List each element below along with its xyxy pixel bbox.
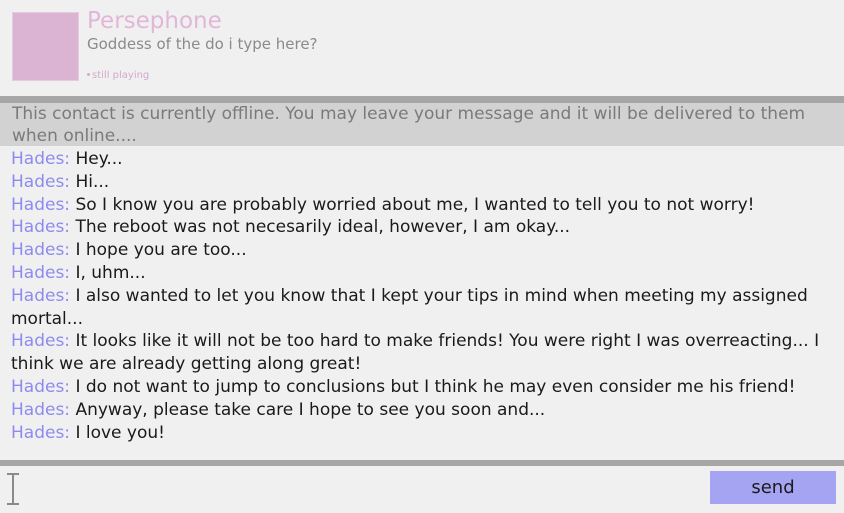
contact-header: Persephone Goddess of the do i type here… (0, 0, 844, 96)
message-sender: Hades: (11, 149, 71, 169)
message-sender: Hades: (11, 376, 71, 397)
message-sender: Hades: (11, 285, 71, 306)
contact-status-message: Goddess of the do i type here? (87, 35, 318, 53)
message-sender: Hades: (11, 217, 71, 238)
message-row: Hades: So I know you are probably worrie… (11, 194, 832, 217)
message-row: Hades: Anyway, please take care I hope t… (11, 399, 832, 422)
message-text: So I know you are probably worried about… (75, 194, 755, 215)
message-sender: Hades: (11, 262, 71, 283)
message-text: Hi... (75, 171, 110, 192)
message-text: I hope you are too... (75, 240, 247, 261)
message-row: Hades: I, uhm... (11, 262, 832, 285)
message-sender: Hades: (11, 399, 71, 420)
message-composer: send (0, 466, 844, 513)
message-row: Hades: Hey... (11, 148, 832, 171)
message-text: It looks like it will not be too hard to… (11, 331, 820, 375)
message-sender: Hades: (11, 240, 71, 261)
message-row: Hades: Hi... (11, 171, 832, 194)
message-sender: Hades: (11, 194, 71, 215)
message-sender: Hades: (11, 171, 71, 192)
send-button[interactable]: send (710, 471, 836, 504)
presence-dot-icon (87, 72, 90, 76)
message-row: Hades: I love you! (11, 422, 832, 445)
presence-label: still playing (92, 70, 150, 81)
message-text: Anyway, please take care I hope to see y… (75, 399, 546, 420)
message-text: Hey... (75, 149, 123, 169)
message-row: Hades: The reboot was not necesarily ide… (11, 216, 832, 239)
message-input[interactable] (0, 466, 700, 513)
message-text: I do not want to jump to conclusions but… (75, 376, 796, 397)
message-text: The reboot was not necesarily ideal, how… (75, 217, 571, 238)
header-divider (0, 96, 844, 103)
contact-avatar[interactable] (12, 12, 79, 81)
offline-notice: This contact is currently offline. You m… (0, 103, 844, 146)
message-text: I, uhm... (75, 262, 146, 283)
message-text: I love you! (75, 422, 165, 443)
chat-window: Persephone Goddess of the do i type here… (0, 0, 844, 513)
presence-indicator: still playing (87, 70, 149, 82)
message-row: Hades: I do not want to jump to conclusi… (11, 376, 832, 399)
contact-name: Persephone (87, 8, 222, 34)
message-row: Hades: It looks like it will not be too … (11, 330, 832, 376)
message-log[interactable]: Hades: Hey... Hades: Hi... Hades: So I kno… (0, 148, 844, 460)
message-sender: Hades: (11, 422, 71, 443)
message-text: I also wanted to let you know that I kep… (11, 285, 808, 329)
message-row: Hades: I hope you are too... (11, 239, 832, 262)
message-sender: Hades: (11, 331, 71, 352)
message-row: Hades: I also wanted to let you know tha… (11, 285, 832, 331)
